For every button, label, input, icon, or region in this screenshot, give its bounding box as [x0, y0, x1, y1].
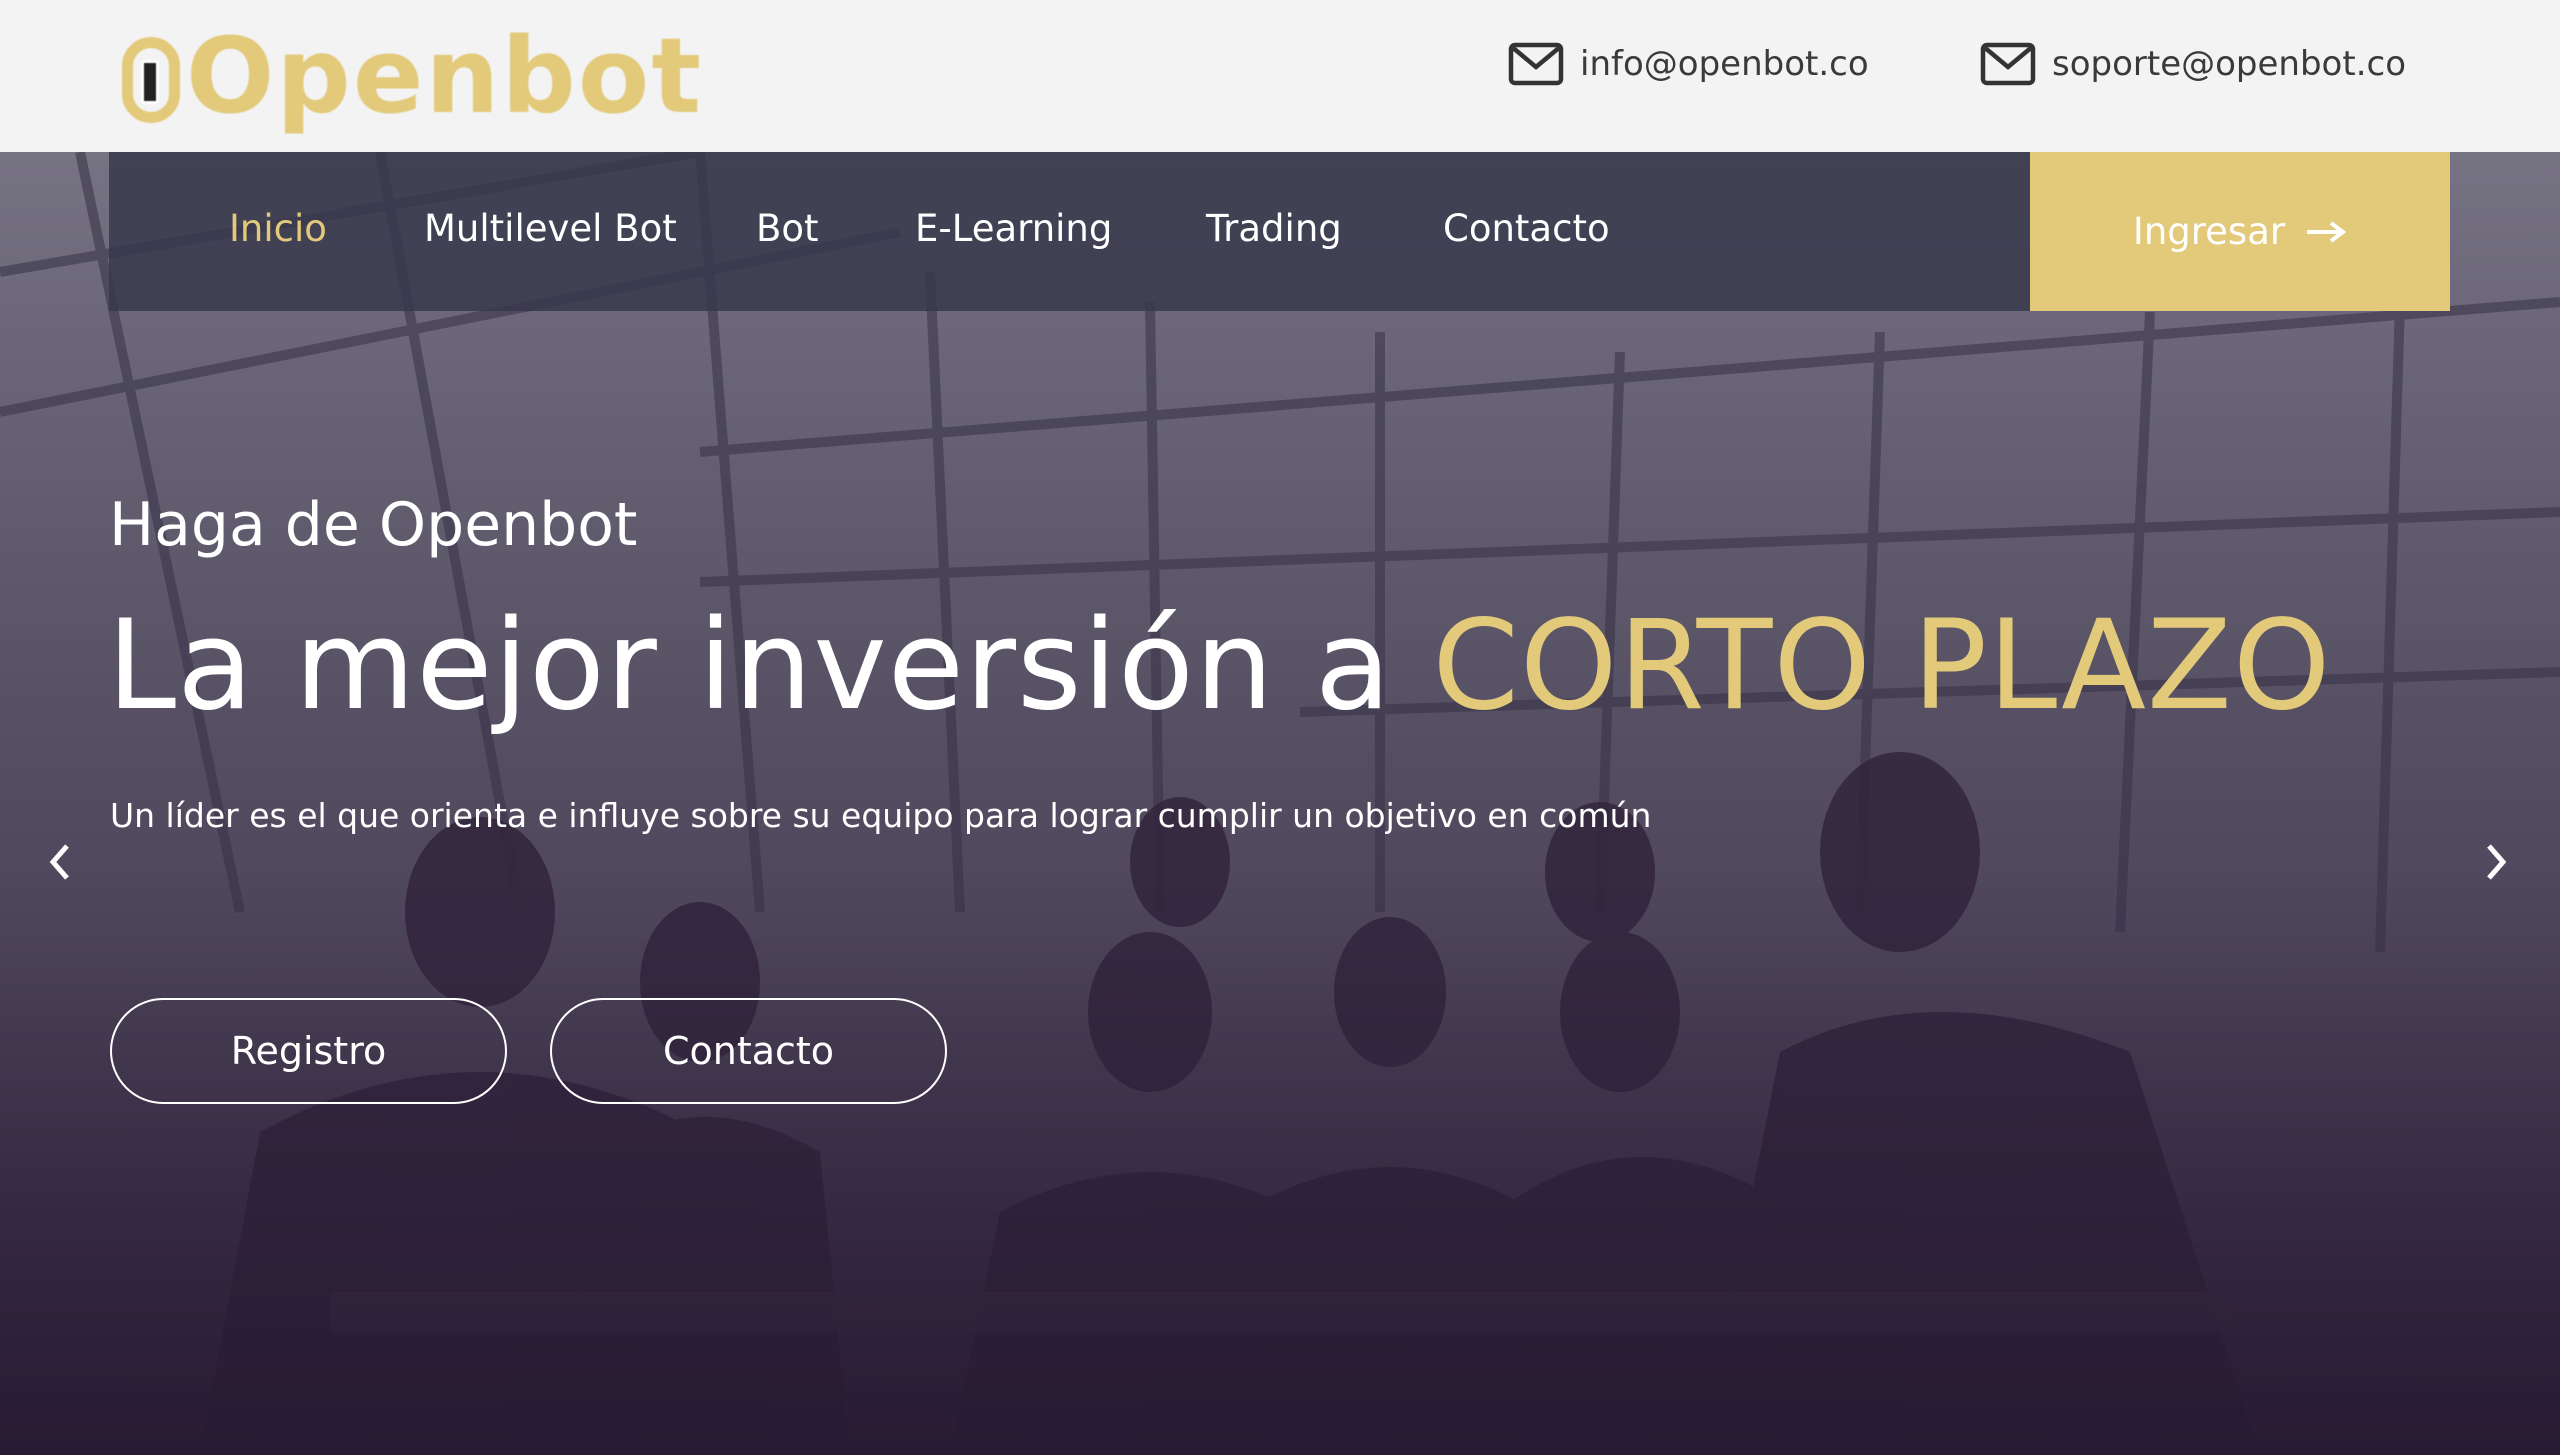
hero-headline-main: La mejor inversión a	[107, 594, 1433, 738]
contact-email-label[interactable]: info@openbot.co	[1580, 44, 1869, 84]
nav-item-inicio[interactable]: Inicio	[229, 207, 327, 250]
hero-slider: Inicio Multilevel Bot Bot E-Learning Tra…	[0, 152, 2560, 1455]
hero-kicker: Haga de Openbot	[109, 490, 638, 560]
login-button[interactable]: Ingresar	[2030, 152, 2450, 311]
nav-item-e-learning[interactable]: E-Learning	[915, 207, 1112, 250]
contact-email-soporte[interactable]: soporte@openbot.co	[1980, 42, 2406, 86]
chevron-left-icon	[49, 844, 69, 880]
main-navbar: Inicio Multilevel Bot Bot E-Learning Tra…	[109, 152, 2030, 311]
arrow-right-icon	[2307, 220, 2347, 243]
envelope-icon	[1980, 42, 2036, 86]
slider-next-button[interactable]	[2466, 832, 2526, 892]
top-bar: Openbot info@openbot.co soporte@openbot.…	[0, 0, 2560, 152]
logo-mark-icon	[122, 37, 180, 123]
registro-button[interactable]: Registro	[110, 998, 507, 1104]
logo[interactable]: Openbot	[122, 14, 703, 138]
contact-email-label[interactable]: soporte@openbot.co	[2052, 44, 2406, 84]
nav-item-contacto[interactable]: Contacto	[1443, 207, 1610, 250]
hero-subline: Un líder es el que orienta e influye sob…	[110, 796, 1652, 835]
chevron-right-icon	[2487, 844, 2507, 880]
hero-headline-accent: CORTO PLAZO	[1432, 594, 2332, 738]
envelope-icon	[1508, 42, 1564, 86]
logo-text: Openbot	[186, 15, 704, 137]
nav-item-trading[interactable]: Trading	[1206, 207, 1342, 250]
nav-item-bot[interactable]: Bot	[756, 207, 819, 250]
hero-headline: La mejor inversión a CORTO PLAZO	[107, 592, 2331, 741]
contact-email-info[interactable]: info@openbot.co	[1508, 42, 1869, 86]
login-button-label: Ingresar	[2132, 210, 2286, 253]
contacto-button[interactable]: Contacto	[550, 998, 947, 1104]
slider-prev-button[interactable]	[30, 832, 90, 892]
nav-item-multilevel-bot[interactable]: Multilevel Bot	[424, 207, 677, 250]
